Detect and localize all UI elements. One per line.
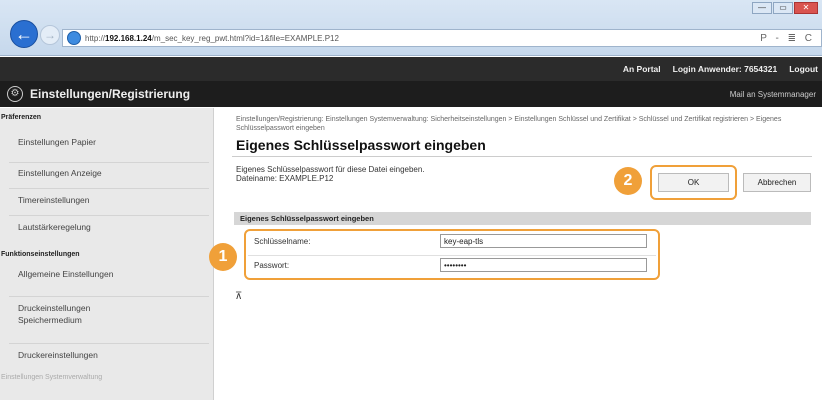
- breadcrumb: Einstellungen/Registrierung: Einstellung…: [236, 116, 782, 132]
- page-icon: [67, 31, 81, 45]
- url-path: /m_sec_key_reg_pwt.html?id=1&file=EXAMPL…: [151, 33, 339, 43]
- password-input[interactable]: [440, 258, 647, 272]
- sidebar-section-preferences: Präferenzen: [1, 114, 42, 121]
- field-divider: [248, 255, 656, 256]
- sidebar-item-timer[interactable]: Timereinstellungen: [9, 188, 209, 206]
- browser-toolbar: — ▭ ✕ ← → http://192.168.1.24/m_sec_key_…: [0, 0, 822, 56]
- maximize-button[interactable]: ▭: [773, 2, 793, 14]
- app-top-bar: An Portal Login Anwender: 7654321 Logout: [0, 57, 822, 81]
- page-title: Eigenes Schlüsselpasswort eingeben: [236, 137, 486, 153]
- forward-arrow-icon[interactable]: →: [40, 25, 60, 45]
- logout-link[interactable]: Logout: [789, 64, 818, 74]
- app-header: ⚙ Einstellungen/Registrierung Mail an Sy…: [0, 81, 822, 107]
- callout-badge-2: 2: [614, 167, 642, 195]
- address-bar[interactable]: http://192.168.1.24/m_sec_key_reg_pwt.ht…: [62, 29, 822, 47]
- back-to-top-icon[interactable]: ⊼: [235, 291, 242, 302]
- callout-badge-1: 1: [209, 243, 237, 271]
- mail-to-manager-link[interactable]: Mail an Systemmanager: [730, 90, 816, 99]
- address-url[interactable]: http://192.168.1.24/m_sec_key_reg_pwt.ht…: [85, 34, 760, 43]
- back-arrow-icon[interactable]: ←: [10, 20, 38, 48]
- key-name-input[interactable]: [440, 234, 647, 248]
- settings-gear-icon: ⚙: [7, 86, 23, 102]
- sidebar-item-paper[interactable]: Einstellungen Papier: [9, 136, 209, 148]
- title-divider: [232, 156, 812, 157]
- sidebar-item-general[interactable]: Allgemeine Einstellungen: [9, 268, 209, 280]
- app-title: Einstellungen/Registrierung: [30, 87, 191, 101]
- ok-button[interactable]: OK: [658, 173, 729, 192]
- sidebar-item-volume[interactable]: Lautstärkeregelung: [9, 215, 209, 233]
- description: Eigenes Schlüsselpasswort für diese Date…: [236, 165, 425, 183]
- minimize-button[interactable]: —: [752, 2, 772, 14]
- sidebar-item-display[interactable]: Einstellungen Anzeige: [9, 162, 209, 179]
- key-name-label: Schlüsselname:: [254, 237, 311, 246]
- login-user-info: Login Anwender: 7654321: [672, 64, 778, 74]
- sidebar-section-system: Einstellungen Systemverwaltung: [1, 374, 103, 381]
- section-header: Eigenes Schlüsselpasswort eingeben: [234, 212, 811, 225]
- description-text: Eigenes Schlüsselpasswort für diese Date…: [236, 165, 425, 174]
- window-controls: — ▭ ✕: [752, 2, 818, 14]
- password-label: Passwort:: [254, 261, 290, 270]
- close-button[interactable]: ✕: [794, 2, 818, 14]
- url-prefix: http://: [85, 33, 106, 43]
- portal-link[interactable]: An Portal: [623, 64, 661, 74]
- url-host: 192.168.1.24: [105, 33, 152, 43]
- search-refresh-icons[interactable]: P - ≣ C: [760, 33, 821, 44]
- file-name: Dateiname: EXAMPLE.P12: [236, 174, 334, 183]
- sidebar: Präferenzen Einstellungen Papier Einstel…: [0, 108, 214, 400]
- sidebar-item-print-memory[interactable]: Druckeinstellungen Speichermedium: [9, 296, 209, 326]
- sidebar-item-printer[interactable]: Druckereinstellungen: [9, 343, 209, 361]
- cancel-button[interactable]: Abbrechen: [743, 173, 811, 192]
- sidebar-section-functions: Funktionseinstellungen: [1, 251, 80, 258]
